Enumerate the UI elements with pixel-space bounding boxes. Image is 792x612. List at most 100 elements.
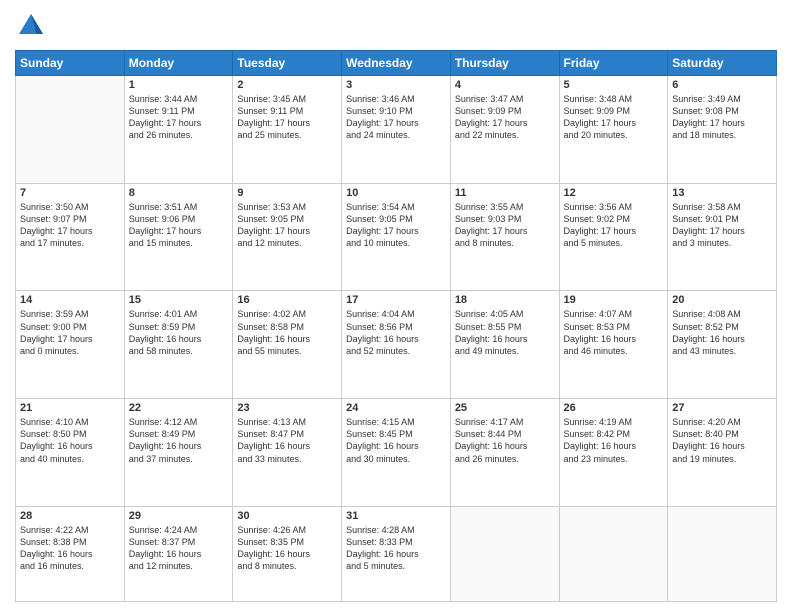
day-info: Sunrise: 3:45 AM Sunset: 9:11 PM Dayligh… <box>237 93 337 142</box>
calendar-cell: 12 Sunrise: 3:56 AM Sunset: 9:02 PM Dayli… <box>559 183 668 291</box>
calendar-weekday: Saturday <box>668 51 777 76</box>
day-number: 10 <box>346 187 446 199</box>
day-number: 8 <box>129 187 229 199</box>
calendar-cell: 1 Sunrise: 3:44 AM Sunset: 9:11 PM Daylig… <box>124 76 233 184</box>
calendar-cell: 10 Sunrise: 3:54 AM Sunset: 9:05 PM Dayli… <box>342 183 451 291</box>
day-number: 12 <box>564 187 664 199</box>
day-number: 24 <box>346 402 446 414</box>
day-info: Sunrise: 4:13 AM Sunset: 8:47 PM Dayligh… <box>237 416 337 465</box>
day-info: Sunrise: 4:07 AM Sunset: 8:53 PM Dayligh… <box>564 308 664 357</box>
calendar-weekday: Wednesday <box>342 51 451 76</box>
calendar-cell: 4 Sunrise: 3:47 AM Sunset: 9:09 PM Daylig… <box>450 76 559 184</box>
calendar-cell: 28 Sunrise: 4:22 AM Sunset: 8:38 PM Dayli… <box>16 506 125 601</box>
calendar-cell: 19Sunrise: 4:07 AM Sunset: 8:53 PM Dayli… <box>559 291 668 399</box>
day-info: Sunrise: 4:01 AM Sunset: 8:59 PM Dayligh… <box>129 308 229 357</box>
day-info: Sunrise: 4:08 AM Sunset: 8:52 PM Dayligh… <box>672 308 772 357</box>
calendar-cell: 24 Sunrise: 4:15 AM Sunset: 8:45 PM Dayli… <box>342 399 451 507</box>
day-info: Sunrise: 3:55 AM Sunset: 9:03 PM Dayligh… <box>455 201 555 250</box>
day-number: 28 <box>20 510 120 522</box>
calendar-cell: 11 Sunrise: 3:55 AM Sunset: 9:03 PM Dayli… <box>450 183 559 291</box>
calendar-cell: 25 Sunrise: 4:17 AM Sunset: 8:44 PM Dayli… <box>450 399 559 507</box>
day-info: Sunrise: 3:47 AM Sunset: 9:09 PM Dayligh… <box>455 93 555 142</box>
day-number: 17 <box>346 294 446 306</box>
day-info: Sunrise: 3:58 AM Sunset: 9:01 PM Dayligh… <box>672 201 772 250</box>
day-number: 2 <box>237 79 337 91</box>
day-number: 7 <box>20 187 120 199</box>
day-number: 3 <box>346 79 446 91</box>
day-number: 9 <box>237 187 337 199</box>
day-number: 25 <box>455 402 555 414</box>
day-info: Sunrise: 4:19 AM Sunset: 8:42 PM Dayligh… <box>564 416 664 465</box>
day-number: 30 <box>237 510 337 522</box>
day-number: 23 <box>237 402 337 414</box>
day-info: Sunrise: 3:44 AM Sunset: 9:11 PM Dayligh… <box>129 93 229 142</box>
logo <box>15 10 51 42</box>
day-number: 16 <box>237 294 337 306</box>
calendar-cell: 16Sunrise: 4:02 AM Sunset: 8:58 PM Dayli… <box>233 291 342 399</box>
calendar-weekday: Monday <box>124 51 233 76</box>
calendar-cell: 30 Sunrise: 4:26 AM Sunset: 8:35 PM Dayli… <box>233 506 342 601</box>
day-number: 22 <box>129 402 229 414</box>
day-number: 15 <box>129 294 229 306</box>
calendar-week-row: 21 Sunrise: 4:10 AM Sunset: 8:50 PM Dayli… <box>16 399 777 507</box>
day-number: 5 <box>564 79 664 91</box>
calendar-cell: 15 Sunrise: 4:01 AM Sunset: 8:59 PM Dayli… <box>124 291 233 399</box>
day-info: Sunrise: 3:54 AM Sunset: 9:05 PM Dayligh… <box>346 201 446 250</box>
calendar-week-row: 14Sunrise: 3:59 AM Sunset: 9:00 PM Dayli… <box>16 291 777 399</box>
day-number: 20 <box>672 294 772 306</box>
calendar-week-row: 28 Sunrise: 4:22 AM Sunset: 8:38 PM Dayli… <box>16 506 777 601</box>
day-info: Sunrise: 3:51 AM Sunset: 9:06 PM Dayligh… <box>129 201 229 250</box>
calendar-cell: 20 Sunrise: 4:08 AM Sunset: 8:52 PM Dayli… <box>668 291 777 399</box>
day-info: Sunrise: 3:56 AM Sunset: 9:02 PM Dayligh… <box>564 201 664 250</box>
calendar-cell: 22 Sunrise: 4:12 AM Sunset: 8:49 PM Dayli… <box>124 399 233 507</box>
calendar-weekday: Thursday <box>450 51 559 76</box>
day-info: Sunrise: 4:15 AM Sunset: 8:45 PM Dayligh… <box>346 416 446 465</box>
day-number: 11 <box>455 187 555 199</box>
calendar-cell: 13 Sunrise: 3:58 AM Sunset: 9:01 PM Dayli… <box>668 183 777 291</box>
day-info: Sunrise: 3:59 AM Sunset: 9:00 PM Dayligh… <box>20 308 120 357</box>
day-number: 26 <box>564 402 664 414</box>
day-number: 27 <box>672 402 772 414</box>
day-number: 13 <box>672 187 772 199</box>
day-number: 31 <box>346 510 446 522</box>
day-info: Sunrise: 4:20 AM Sunset: 8:40 PM Dayligh… <box>672 416 772 465</box>
page: SundayMondayTuesdayWednesdayThursdayFrid… <box>0 0 792 612</box>
day-info: Sunrise: 4:12 AM Sunset: 8:49 PM Dayligh… <box>129 416 229 465</box>
day-number: 18 <box>455 294 555 306</box>
calendar-week-row: 1 Sunrise: 3:44 AM Sunset: 9:11 PM Daylig… <box>16 76 777 184</box>
calendar-weekday: Sunday <box>16 51 125 76</box>
calendar-cell <box>16 76 125 184</box>
calendar-cell: 18Sunrise: 4:05 AM Sunset: 8:55 PM Dayli… <box>450 291 559 399</box>
calendar-cell: 7Sunrise: 3:50 AM Sunset: 9:07 PM Daylig… <box>16 183 125 291</box>
day-info: Sunrise: 3:53 AM Sunset: 9:05 PM Dayligh… <box>237 201 337 250</box>
day-info: Sunrise: 4:26 AM Sunset: 8:35 PM Dayligh… <box>237 524 337 573</box>
calendar-cell: 9 Sunrise: 3:53 AM Sunset: 9:05 PM Daylig… <box>233 183 342 291</box>
day-info: Sunrise: 4:17 AM Sunset: 8:44 PM Dayligh… <box>455 416 555 465</box>
calendar-cell: 26 Sunrise: 4:19 AM Sunset: 8:42 PM Dayli… <box>559 399 668 507</box>
day-info: Sunrise: 4:22 AM Sunset: 8:38 PM Dayligh… <box>20 524 120 573</box>
day-number: 29 <box>129 510 229 522</box>
day-info: Sunrise: 4:28 AM Sunset: 8:33 PM Dayligh… <box>346 524 446 573</box>
calendar-weekday: Tuesday <box>233 51 342 76</box>
calendar-cell: 31 Sunrise: 4:28 AM Sunset: 8:33 PM Dayli… <box>342 506 451 601</box>
calendar-week-row: 7Sunrise: 3:50 AM Sunset: 9:07 PM Daylig… <box>16 183 777 291</box>
calendar-cell: 14Sunrise: 3:59 AM Sunset: 9:00 PM Dayli… <box>16 291 125 399</box>
calendar-cell <box>450 506 559 601</box>
day-info: Sunrise: 4:04 AM Sunset: 8:56 PM Dayligh… <box>346 308 446 357</box>
logo-icon <box>15 10 47 42</box>
calendar-cell <box>668 506 777 601</box>
day-info: Sunrise: 3:46 AM Sunset: 9:10 PM Dayligh… <box>346 93 446 142</box>
day-info: Sunrise: 3:48 AM Sunset: 9:09 PM Dayligh… <box>564 93 664 142</box>
calendar-cell: 8 Sunrise: 3:51 AM Sunset: 9:06 PM Daylig… <box>124 183 233 291</box>
calendar-cell: 23 Sunrise: 4:13 AM Sunset: 8:47 PM Dayli… <box>233 399 342 507</box>
calendar-weekday: Friday <box>559 51 668 76</box>
day-number: 21 <box>20 402 120 414</box>
day-info: Sunrise: 4:24 AM Sunset: 8:37 PM Dayligh… <box>129 524 229 573</box>
day-number: 4 <box>455 79 555 91</box>
day-info: Sunrise: 3:49 AM Sunset: 9:08 PM Dayligh… <box>672 93 772 142</box>
day-number: 1 <box>129 79 229 91</box>
calendar-header-row: SundayMondayTuesdayWednesdayThursdayFrid… <box>16 51 777 76</box>
day-info: Sunrise: 4:10 AM Sunset: 8:50 PM Dayligh… <box>20 416 120 465</box>
header <box>15 10 777 42</box>
calendar-cell: 17 Sunrise: 4:04 AM Sunset: 8:56 PM Dayli… <box>342 291 451 399</box>
